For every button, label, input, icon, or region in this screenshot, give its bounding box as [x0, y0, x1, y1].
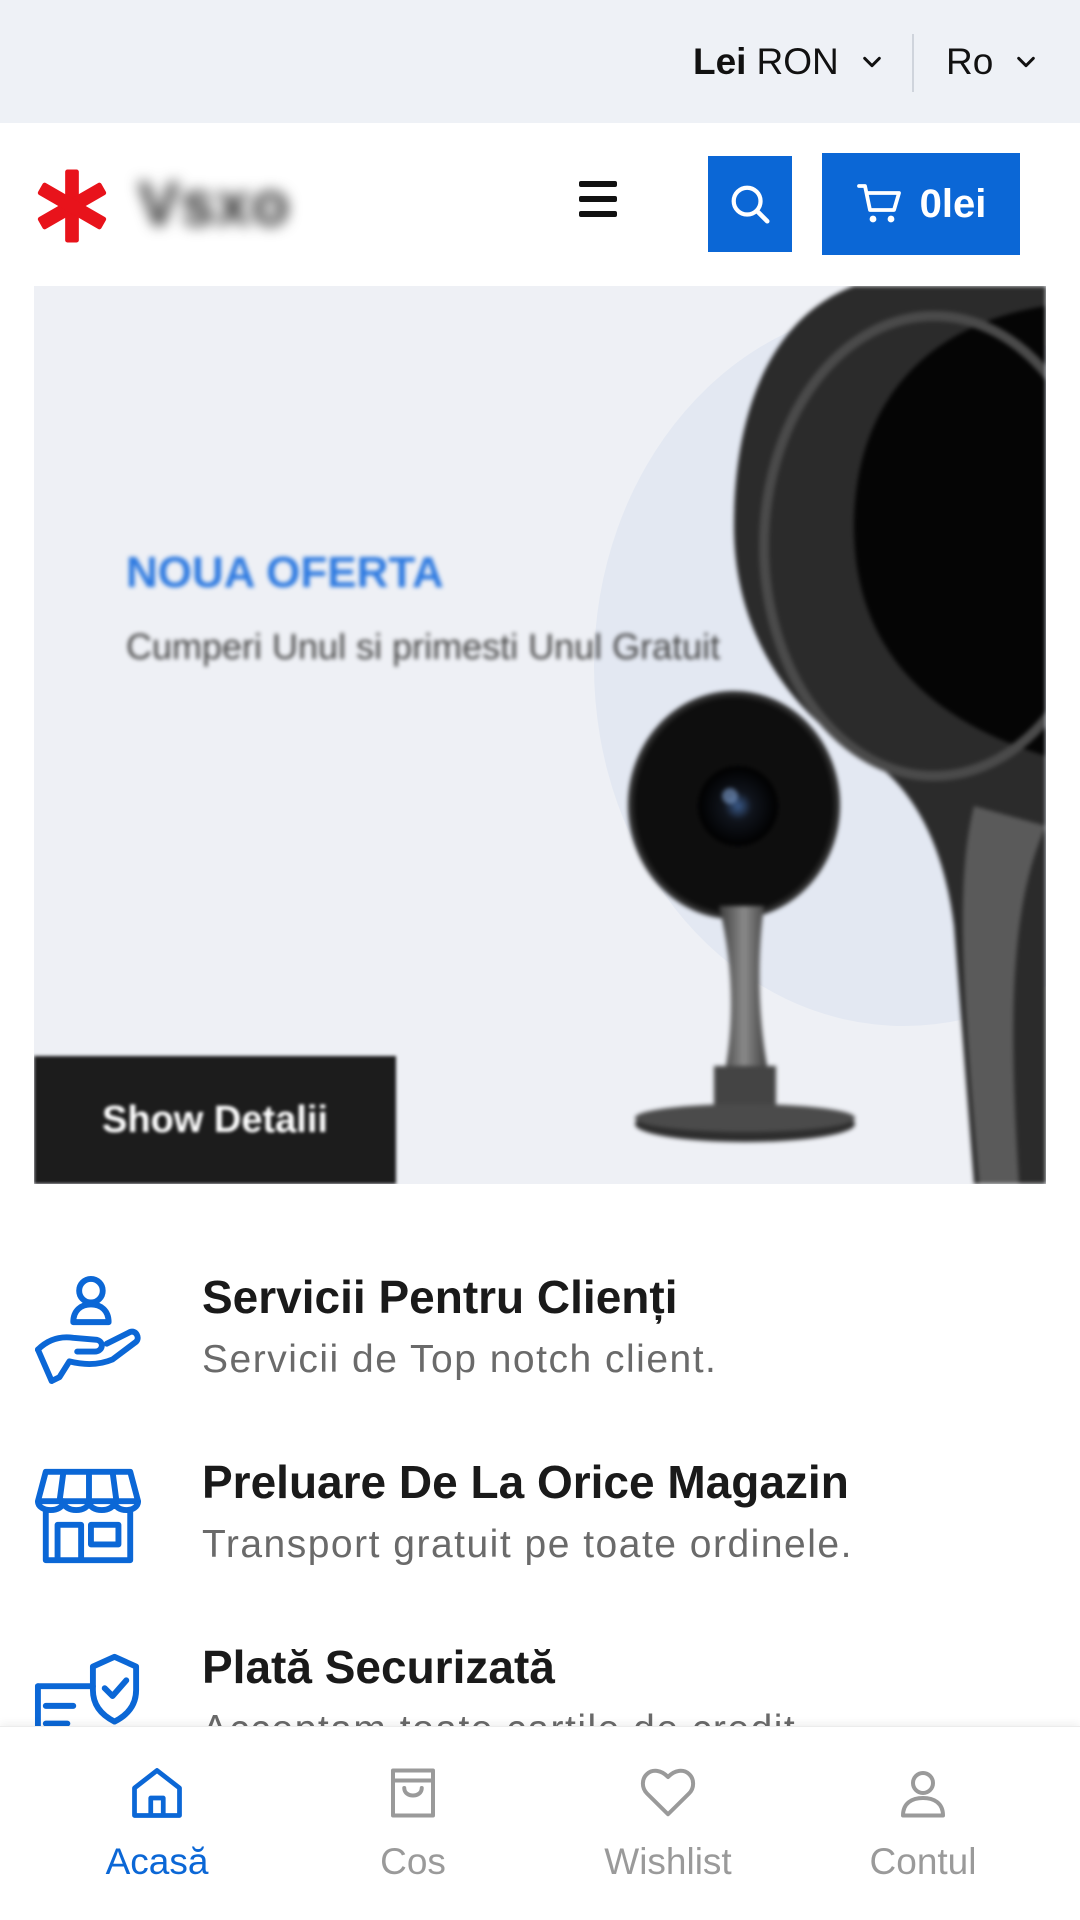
- store-icon: [34, 1468, 142, 1564]
- language-label: Ro: [946, 41, 994, 82]
- bottom-navigation: Acasă Cos Wishlist Contul: [0, 1726, 1080, 1920]
- nav-label: Wishlist: [604, 1841, 732, 1882]
- feature-customer-service: Servicii Pentru Clienți Servicii de Top …: [0, 1270, 1080, 1440]
- cart-icon: [856, 184, 901, 223]
- header: Vsxo 0lei: [0, 123, 1080, 285]
- heart-icon: [640, 1768, 696, 1817]
- feature-description: Servicii de Top notch client.: [202, 1338, 718, 1381]
- nav-account[interactable]: Contul: [833, 1763, 1013, 1893]
- currency-code: RON: [756, 41, 839, 82]
- search-icon: [731, 185, 770, 224]
- hero-subtitle: Cumperi Unul si primesti Unul Gratuit: [126, 626, 721, 667]
- security-camera-image: [628, 286, 1046, 1184]
- hero-title: NOUA OFERTA: [126, 548, 444, 597]
- currency-selector[interactable]: Lei RON: [693, 36, 883, 88]
- language-selector[interactable]: Ro: [946, 36, 1037, 88]
- nav-cart[interactable]: Cos: [323, 1763, 503, 1893]
- nav-wishlist[interactable]: Wishlist: [578, 1763, 758, 1893]
- feature-title: Servicii Pentru Clienți: [202, 1271, 678, 1323]
- user-icon: [901, 1771, 945, 1818]
- search-button[interactable]: [708, 156, 792, 252]
- logo-text[interactable]: Vsxo: [138, 169, 290, 240]
- show-details-button[interactable]: Show Detalii: [34, 1056, 396, 1184]
- currency-label: Lei: [693, 41, 747, 82]
- hamburger-menu-icon[interactable]: [570, 181, 626, 229]
- feature-description: Transport gratuit pe toate ordinele.: [202, 1523, 853, 1566]
- nav-label: Cos: [380, 1841, 446, 1882]
- logo-asterisk-icon[interactable]: [34, 168, 110, 244]
- bag-icon: [391, 1768, 435, 1818]
- feature-title: Plată Securizată: [202, 1641, 555, 1693]
- hero-banner[interactable]: NOUA OFERTA Cumperi Unul si primesti Unu…: [34, 286, 1046, 1184]
- nav-label: Acasă: [105, 1841, 209, 1882]
- nav-home[interactable]: Acasă: [67, 1763, 247, 1893]
- chevron-down-icon: [862, 56, 881, 68]
- cart-button[interactable]: 0lei: [822, 153, 1020, 255]
- nav-label: Contul: [869, 1841, 977, 1882]
- chevron-down-icon: [1017, 56, 1036, 68]
- home-icon: [132, 1768, 182, 1818]
- top-bar: Lei RON Ro: [0, 0, 1080, 123]
- divider: [912, 34, 914, 92]
- customer-service-icon: [34, 1275, 141, 1384]
- cart-total: 0lei: [919, 181, 987, 226]
- feature-store-pickup: Preluare De La Orice Magazin Transport g…: [0, 1455, 1080, 1625]
- feature-title: Preluare De La Orice Magazin: [202, 1456, 849, 1508]
